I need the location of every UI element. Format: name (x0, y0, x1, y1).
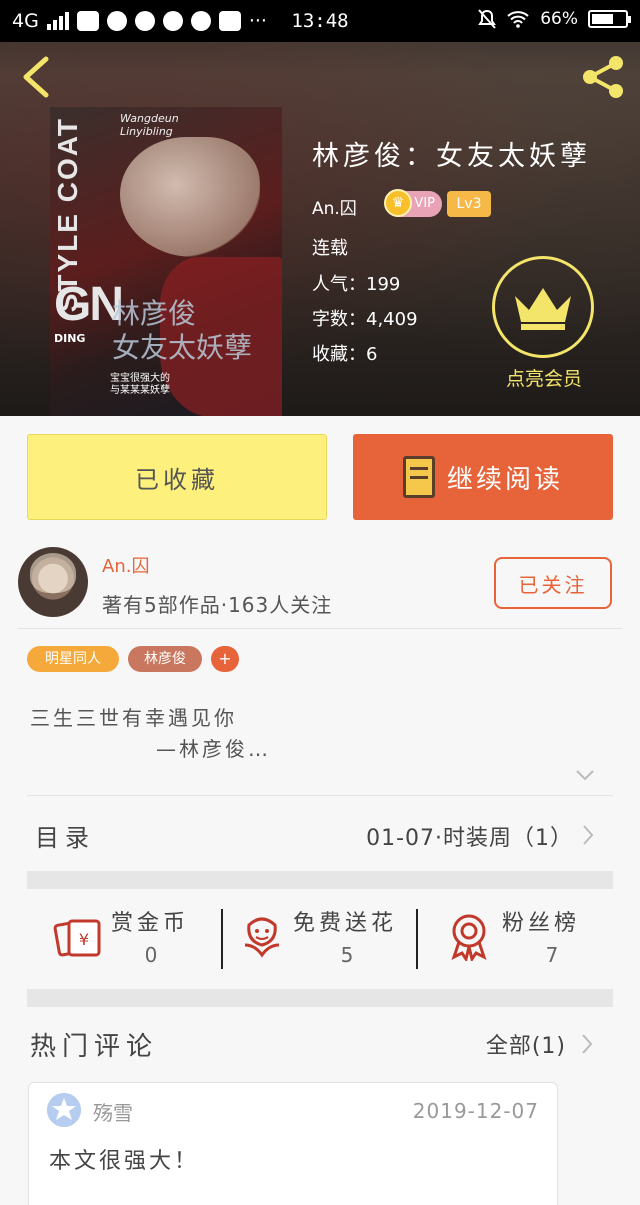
book-icon (402, 456, 435, 498)
share-icon[interactable] (578, 52, 628, 102)
chevron-right-icon (583, 825, 594, 845)
add-tag-button[interactable]: + (211, 646, 239, 672)
section-gap (27, 989, 613, 1007)
stat-value: 0 (144, 943, 158, 967)
continue-reading-label: 继续阅读 (446, 464, 563, 495)
table-of-contents-row[interactable]: 目录 01-07·时装周（1） (27, 795, 613, 871)
tag-item[interactable]: 林彦俊 (128, 646, 202, 672)
intro-line: 三生三世有幸遇见你 (30, 706, 237, 730)
toc-label: 目录 (35, 824, 95, 852)
book-author[interactable]: An.囚 (312, 194, 357, 219)
wifi-icon (507, 11, 529, 28)
latest-chapter: 01-07·时装周（1） (366, 826, 573, 851)
word-count: 字数：4,409 (312, 309, 418, 330)
favorite-button[interactable]: 已收藏 (27, 434, 327, 520)
stat-name: 赏金币 (111, 911, 190, 936)
book-detail-page: 4G ··· 13:48 66% STYLE COAT Wangdeun Lin… (0, 0, 640, 1205)
cover-small-text: 宝宝很强大的 与某某某妖孽 (110, 373, 170, 396)
svg-text:¥: ¥ (79, 930, 89, 949)
divider (18, 628, 622, 629)
flower-icon (244, 917, 280, 958)
stat-name: 免费送花 (293, 911, 398, 936)
cover-title-overlay: 林彦俊 女友太妖孽 (112, 297, 253, 364)
all-comments-link[interactable]: 全部(1) (486, 1028, 566, 1060)
user-avatar[interactable] (47, 1093, 81, 1127)
vip-badge: ♛ VIP (384, 189, 442, 217)
fan-ranking[interactable]: 粉丝榜 7 (418, 889, 613, 989)
tag-item[interactable]: 明星同人 (27, 646, 119, 672)
serial-status: 连载 (312, 238, 348, 259)
book-title: 林彦俊：女友太妖孽 (312, 141, 591, 172)
member-button[interactable] (492, 256, 594, 358)
battery-percent: 66% (540, 9, 578, 29)
follow-button[interactable]: 已关注 (494, 557, 612, 609)
vip-label: VIP (414, 196, 435, 211)
continue-reading-button[interactable]: 继续阅读 (353, 434, 613, 520)
section-gap (27, 871, 613, 889)
free-flowers[interactable]: 免费送花 5 (223, 889, 417, 989)
comment-card[interactable]: 殇雪 2019-12-07 本文很强大！ (28, 1082, 558, 1205)
author-name[interactable]: An.囚 (102, 552, 149, 578)
stat-value: 5 (340, 943, 354, 967)
stats-row: ¥ 赏金币 0 免费送花 5 粉丝榜 7 (27, 889, 613, 989)
cover-side-text: DING (54, 332, 86, 345)
author-avatar[interactable] (18, 547, 88, 617)
stat-value: 7 (545, 943, 559, 967)
crown-icon: ♛ (384, 189, 412, 217)
book-header: 4G ··· 13:48 66% STYLE COAT Wangdeun Lin… (0, 0, 640, 416)
chevron-down-icon[interactable] (575, 768, 595, 782)
mute-bell-icon (478, 9, 497, 29)
intro-line: —林彦俊… (156, 737, 271, 761)
red-envelope-icon: ¥ (53, 919, 101, 957)
medal-icon (451, 914, 487, 961)
comment-date: 2019-12-07 (412, 1099, 539, 1123)
stat-name: 粉丝榜 (502, 911, 581, 936)
book-info: 林彦俊：女友太妖孽 An.囚 ♛ VIP Lv3 连载 人气：199 字数：4,… (312, 134, 591, 365)
cover-signature: Wangdeun Linyibling (120, 112, 179, 138)
popularity: 人气：199 (312, 274, 401, 295)
comment-user[interactable]: 殇雪 (93, 1097, 133, 1126)
crown-icon (515, 288, 571, 330)
hot-comments-title: 热门评论 (30, 1032, 159, 1062)
book-cover-image[interactable]: STYLE COAT Wangdeun Linyibling GN DING 林… (50, 107, 282, 416)
status-bar: 4G ··· 13:48 66% (0, 0, 640, 42)
comment-text: 本文很强大！ (49, 1149, 200, 1174)
member-label[interactable]: 点亮会员 (490, 364, 598, 391)
back-icon[interactable] (16, 55, 56, 99)
author-description: 著有5部作品·163人关注 (102, 593, 333, 617)
level-badge: Lv3 (447, 191, 491, 217)
collection-count: 收藏：6 (312, 344, 378, 365)
reward-coins[interactable]: ¥ 赏金币 0 (27, 889, 222, 989)
battery-icon (588, 10, 631, 28)
chevron-right-icon[interactable] (580, 1033, 594, 1055)
